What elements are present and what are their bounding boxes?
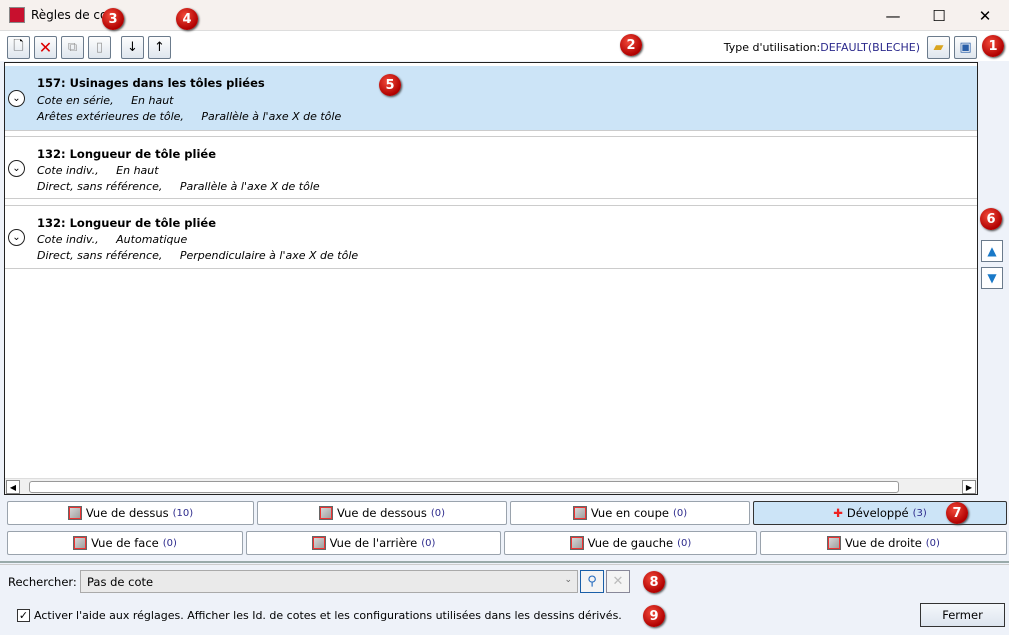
open-button[interactable]: ▰ xyxy=(927,36,950,59)
rule-item[interactable]: ⌄ 157: Usinages dans les tôles pliées Co… xyxy=(5,66,977,131)
view-front-button[interactable]: Vue de face (0) xyxy=(7,531,243,555)
view-bottom-button[interactable]: Vue de dessous (0) xyxy=(257,501,507,525)
callout-badge: 2 xyxy=(620,34,642,56)
search-value: Pas de cote xyxy=(87,575,154,589)
callout-badge: 3 xyxy=(102,8,124,30)
horizontal-scrollbar[interactable]: ◀ ▶ xyxy=(5,478,977,494)
scrollbar-thumb[interactable] xyxy=(29,481,899,493)
copy-icon: ⧉ xyxy=(67,40,78,55)
cube-icon xyxy=(569,536,584,550)
cube-icon xyxy=(73,536,88,550)
chevron-down-icon[interactable]: ⌄ xyxy=(8,160,25,177)
delete-rule-button[interactable]: ✕ xyxy=(34,36,57,59)
view-right-button[interactable]: Vue de droite (0) xyxy=(760,531,1007,555)
magnifier-icon: ⚲ xyxy=(587,574,597,589)
rule-line2: Direct, sans référence, Perpendiculaire … xyxy=(37,249,359,262)
expand-all-button[interactable]: ↓ xyxy=(121,36,144,59)
callout-badge: 9 xyxy=(643,605,665,627)
rule-line1: Cote indiv., Automatique xyxy=(37,233,188,246)
view-section-button[interactable]: Vue en coupe (0) xyxy=(510,501,750,525)
move-down-button[interactable]: ▼ xyxy=(981,267,1003,289)
help-checkbox[interactable]: ✓ xyxy=(17,609,30,622)
chevron-down-icon[interactable]: ⌄ xyxy=(8,229,25,246)
view-flat-pattern-button[interactable]: ✚ Développé (3) xyxy=(753,501,1007,525)
collapse-all-icon: ↑ xyxy=(154,40,165,55)
rule-title: 157: Usinages dans les tôles pliées xyxy=(37,76,265,90)
paste-icon: ▯ xyxy=(95,40,104,55)
cube-icon xyxy=(827,536,842,550)
rule-item[interactable]: ⌄ 132: Longueur de tôle pliée Cote indiv… xyxy=(5,136,977,199)
rule-line2: Arêtes extérieures de tôle, Parallèle à … xyxy=(37,110,342,123)
delete-icon: ✕ xyxy=(38,38,53,57)
usage-type-label: Type d'utilisation: xyxy=(723,41,821,54)
arrow-down-icon: ▼ xyxy=(987,271,997,285)
rule-line2: Direct, sans référence, Parallèle à l'ax… xyxy=(37,180,320,193)
help-checkbox-label: Activer l'aide aux réglages. Afficher le… xyxy=(34,609,622,622)
save-icon: ▣ xyxy=(959,40,972,55)
clear-icon: ✕ xyxy=(612,574,624,589)
flat-pattern-icon: ✚ xyxy=(833,506,843,520)
callout-badge: 7 xyxy=(946,502,968,524)
close-window-button[interactable]: ✕ xyxy=(962,0,1008,31)
app-icon xyxy=(9,7,25,23)
collapse-all-button[interactable]: ↑ xyxy=(148,36,171,59)
rule-title: 132: Longueur de tôle pliée xyxy=(37,147,216,161)
view-back-button[interactable]: Vue de l'arrière (0) xyxy=(246,531,501,555)
copy-button[interactable]: ⧉ xyxy=(61,36,84,59)
cube-icon xyxy=(311,536,326,550)
folder-icon: ▰ xyxy=(933,40,944,55)
close-button[interactable]: Fermer xyxy=(920,603,1005,627)
title-bar xyxy=(0,0,1009,31)
rule-item[interactable]: ⌄ 132: Longueur de tôle pliée Cote indiv… xyxy=(5,205,977,269)
usage-type: Type d'utilisation:DEFAULT(BLECHE) xyxy=(724,41,920,54)
rules-list: ⌄ 157: Usinages dans les tôles pliées Co… xyxy=(4,62,978,495)
splitter[interactable] xyxy=(0,561,1009,565)
callout-badge: 8 xyxy=(643,571,665,593)
save-button[interactable]: ▣ xyxy=(954,36,977,59)
chevron-down-icon[interactable]: ⌄ xyxy=(8,90,25,107)
scroll-right-icon[interactable]: ▶ xyxy=(962,480,976,494)
new-rule-button[interactable]: 🗋 xyxy=(7,36,30,59)
search-button[interactable]: ⚲ xyxy=(580,570,604,593)
callout-badge: 5 xyxy=(379,74,401,96)
usage-type-value: DEFAULT(BLECHE) xyxy=(820,41,920,54)
rule-line1: Cote en série, En haut xyxy=(37,94,174,107)
cube-icon xyxy=(572,506,587,520)
chevron-down-icon: ⌄ xyxy=(564,575,572,585)
callout-badge: 4 xyxy=(176,8,198,30)
maximize-button[interactable]: ☐ xyxy=(916,0,962,31)
view-left-button[interactable]: Vue de gauche (0) xyxy=(504,531,757,555)
search-label: Rechercher: xyxy=(8,575,77,589)
callout-badge: 1 xyxy=(982,35,1004,57)
new-document-icon: 🗋 xyxy=(13,38,24,54)
callout-badge: 6 xyxy=(980,208,1002,230)
rule-title: 132: Longueur de tôle pliée xyxy=(37,216,216,230)
rule-line1: Cote indiv., En haut xyxy=(37,164,159,177)
paste-button[interactable]: ▯ xyxy=(88,36,111,59)
expand-all-icon: ↓ xyxy=(127,40,138,55)
cube-icon xyxy=(319,506,333,520)
minimize-button[interactable]: — xyxy=(870,0,916,31)
scroll-left-icon[interactable]: ◀ xyxy=(6,480,20,494)
arrow-up-icon: ▲ xyxy=(987,244,997,258)
cube-icon xyxy=(67,506,82,520)
search-combo[interactable]: Pas de cote ⌄ xyxy=(80,570,578,593)
view-top-button[interactable]: Vue de dessus (10) xyxy=(7,501,254,525)
move-up-button[interactable]: ▲ xyxy=(981,240,1003,262)
clear-search-button[interactable]: ✕ xyxy=(606,570,630,593)
